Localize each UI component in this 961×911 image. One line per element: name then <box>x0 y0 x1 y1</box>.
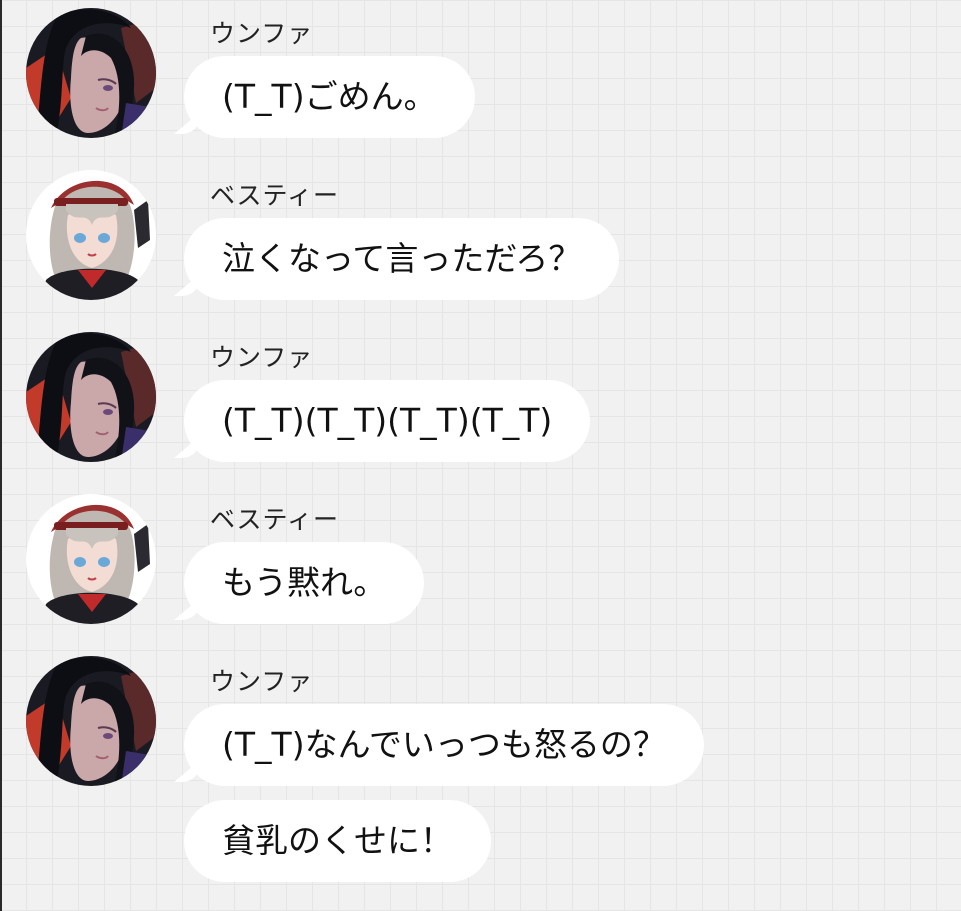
message-bubble[interactable]: もう黙れ。 <box>184 542 425 624</box>
avatar[interactable] <box>26 656 156 786</box>
avatar[interactable] <box>26 332 156 462</box>
avatar[interactable] <box>26 8 156 138</box>
dark-haired-girl-avatar-icon <box>26 332 156 462</box>
message-bubble[interactable]: 貧乳のくせに！ <box>184 800 491 882</box>
sender-name: ウンファ <box>210 19 314 48</box>
message-bubble[interactable]: (T_T)なんでいっつも怒るの？ <box>184 704 704 786</box>
avatar[interactable] <box>26 494 156 624</box>
sender-name: ウンファ <box>210 667 314 696</box>
dark-haired-girl-avatar-icon <box>26 8 156 138</box>
dark-haired-girl-avatar-icon <box>26 656 156 786</box>
silver-haired-girl-avatar-icon <box>26 170 156 300</box>
sender-name: ベスティー <box>210 505 340 534</box>
chat-log[interactable]: ウンファ (T_T)ごめん。 ベスティー 泣くなって言っただろ？ ウンファ (T… <box>0 0 961 911</box>
message-bubble[interactable]: (T_T)(T_T)(T_T)(T_T) <box>184 380 591 462</box>
silver-haired-girl-avatar-icon <box>26 494 156 624</box>
sender-name: ウンファ <box>210 343 314 372</box>
avatar[interactable] <box>26 170 156 300</box>
message-bubble[interactable]: 泣くなって言っただろ？ <box>184 218 620 300</box>
sender-name: ベスティー <box>210 181 340 210</box>
message-bubble[interactable]: (T_T)ごめん。 <box>184 56 475 138</box>
